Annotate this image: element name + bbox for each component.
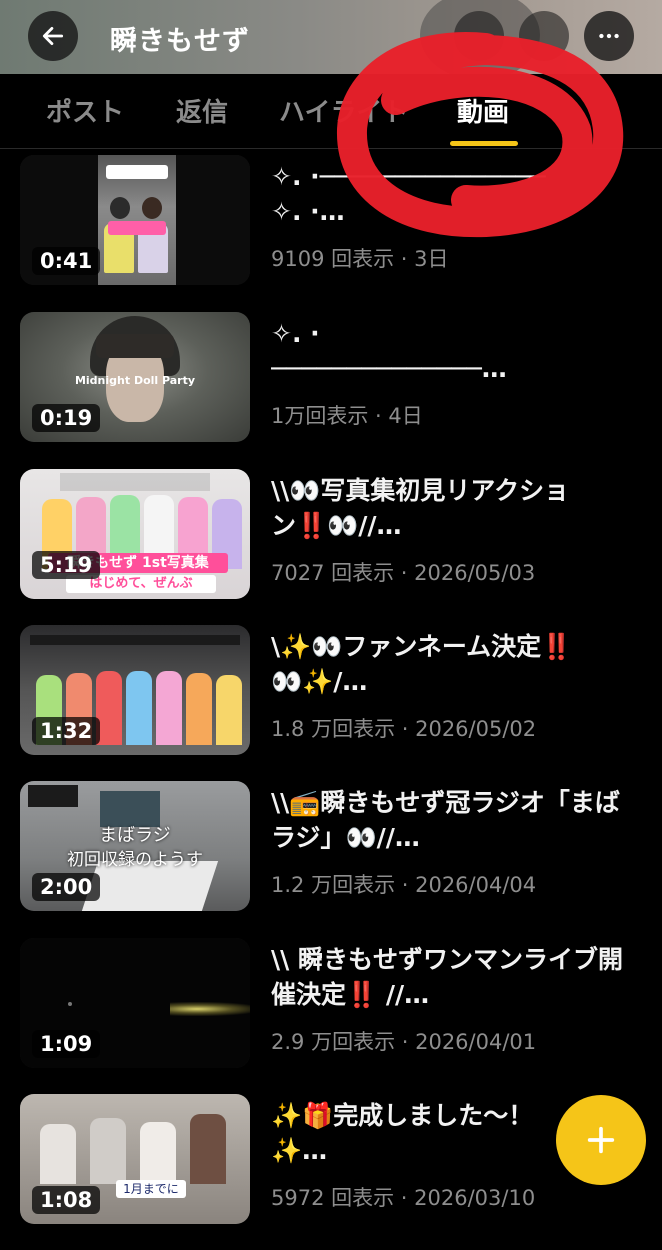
video-title-line: ✧. ·… xyxy=(271,197,345,226)
video-title-line: ラジ」👀//… xyxy=(271,823,420,852)
thumbnail-caption: まばラジ xyxy=(99,825,171,846)
video-title-line: \\ 瞬きもせずワンマンライブ開 xyxy=(271,945,623,974)
video-duration: 0:19 xyxy=(32,404,101,432)
tab-posts[interactable]: ポスト xyxy=(46,92,124,129)
video-meta: 9109 回表示 · 3日 xyxy=(271,247,449,271)
thumbnail-caption: Midnight Doll Party xyxy=(74,374,196,387)
video-title-line: \\📻瞬きもせず冠ラジオ「まば xyxy=(271,788,620,817)
video-title-line: \\👀写真集初見リアクショ xyxy=(271,476,570,505)
video-title-line: \✨👀ファンネーム決定‼️ xyxy=(271,632,573,661)
thumbnail-caption: 1月までに xyxy=(116,1180,186,1198)
video-thumbnail[interactable]: 1月までに 1:08 xyxy=(20,1094,250,1224)
video-thumbnail[interactable]: 1:09 xyxy=(20,938,250,1068)
search-button[interactable] xyxy=(454,11,504,61)
compose-fab-button[interactable] xyxy=(556,1095,646,1185)
video-thumbnail[interactable]: 1:32 xyxy=(20,625,250,755)
video-duration: 0:41 xyxy=(32,247,101,275)
plus-icon xyxy=(587,1126,615,1154)
video-thumbnail[interactable]: Midnight Doll Party 0:19 xyxy=(20,312,250,442)
back-button[interactable] xyxy=(28,11,78,61)
video-title-line: ✧. · xyxy=(271,319,320,348)
video-title: \\ 瞬きもせずワンマンライブ開 催決定‼️ //… xyxy=(271,942,641,1012)
more-button[interactable] xyxy=(584,11,634,61)
tab-replies[interactable]: 返信 xyxy=(176,92,228,129)
video-item[interactable]: まばラジ 初回収録のようす 2:00 \\📻瞬きもせず冠ラジオ「まば ラジ」👀/… xyxy=(0,781,662,937)
video-item[interactable]: 0:41 ✧. ·─────────────── ✧. ·… 9109 回表示 … xyxy=(0,155,662,311)
video-meta: 5972 回表示 · 2026/03/10 xyxy=(271,1186,536,1210)
video-meta: 1.8 万回表示 · 2026/05/02 xyxy=(271,717,537,741)
video-title: ✧. ·─────────────── ✧. ·… xyxy=(271,159,641,229)
page-title: 瞬きもせず xyxy=(110,26,250,57)
video-meta: 2.9 万回表示 · 2026/04/01 xyxy=(271,1030,537,1054)
video-title-line: ン‼️👀//… xyxy=(271,511,402,540)
video-thumbnail[interactable]: 瞬きもせず 1st写真集 はじめて、ぜんぶ 5:19 xyxy=(20,469,250,599)
notification-button[interactable] xyxy=(519,11,569,61)
arrow-left-icon xyxy=(42,27,64,45)
video-duration: 1:32 xyxy=(32,717,101,745)
video-title: \\👀写真集初見リアクショ ン‼️👀//… xyxy=(271,473,641,543)
profile-tabs: ポスト 返信 ハイライト 動画 xyxy=(0,74,662,149)
video-thumbnail[interactable]: 0:41 xyxy=(20,155,250,285)
video-title-line: 👀✨/… xyxy=(271,667,368,696)
active-tab-indicator xyxy=(450,141,518,146)
video-item[interactable]: 1:09 \\ 瞬きもせずワンマンライブ開 催決定‼️ //… 2.9 万回表示… xyxy=(0,938,662,1094)
tab-highlights[interactable]: ハイライト xyxy=(279,92,408,129)
video-title-line: ──────────────… xyxy=(271,354,507,383)
video-title: \\📻瞬きもせず冠ラジオ「まば ラジ」👀//… xyxy=(271,785,641,855)
video-title: \✨👀ファンネーム決定‼️ 👀✨/… xyxy=(271,629,641,699)
video-title-line: ✧. ·─────────────── xyxy=(271,162,546,191)
video-item[interactable]: Midnight Doll Party 0:19 ✧. · ──────────… xyxy=(0,312,662,468)
video-item[interactable]: 1:32 \✨👀ファンネーム決定‼️ 👀✨/… 1.8 万回表示 · 2026/… xyxy=(0,625,662,781)
video-duration: 2:00 xyxy=(32,873,101,901)
video-meta: 1万回表示 · 4日 xyxy=(271,404,423,428)
video-item[interactable]: 瞬きもせず 1st写真集 はじめて、ぜんぶ 5:19 \\👀写真集初見リアクショ… xyxy=(0,469,662,625)
video-duration: 1:08 xyxy=(32,1186,101,1214)
video-meta: 1.2 万回表示 · 2026/04/04 xyxy=(271,873,537,897)
video-thumbnail[interactable]: まばラジ 初回収録のようす 2:00 xyxy=(20,781,250,911)
tab-videos[interactable]: 動画 xyxy=(457,92,509,129)
video-duration: 5:19 xyxy=(32,551,101,579)
video-title: ✧. · ──────────────… xyxy=(271,316,641,386)
profile-header: 瞬きもせず xyxy=(0,0,662,74)
thumbnail-subcaption: 初回収録のようす xyxy=(67,850,203,870)
video-duration: 1:09 xyxy=(32,1030,101,1058)
more-horizontal-icon xyxy=(599,33,619,39)
video-meta: 7027 回表示 · 2026/05/03 xyxy=(271,561,536,585)
video-title-line: 催決定‼️ //… xyxy=(271,980,430,1009)
